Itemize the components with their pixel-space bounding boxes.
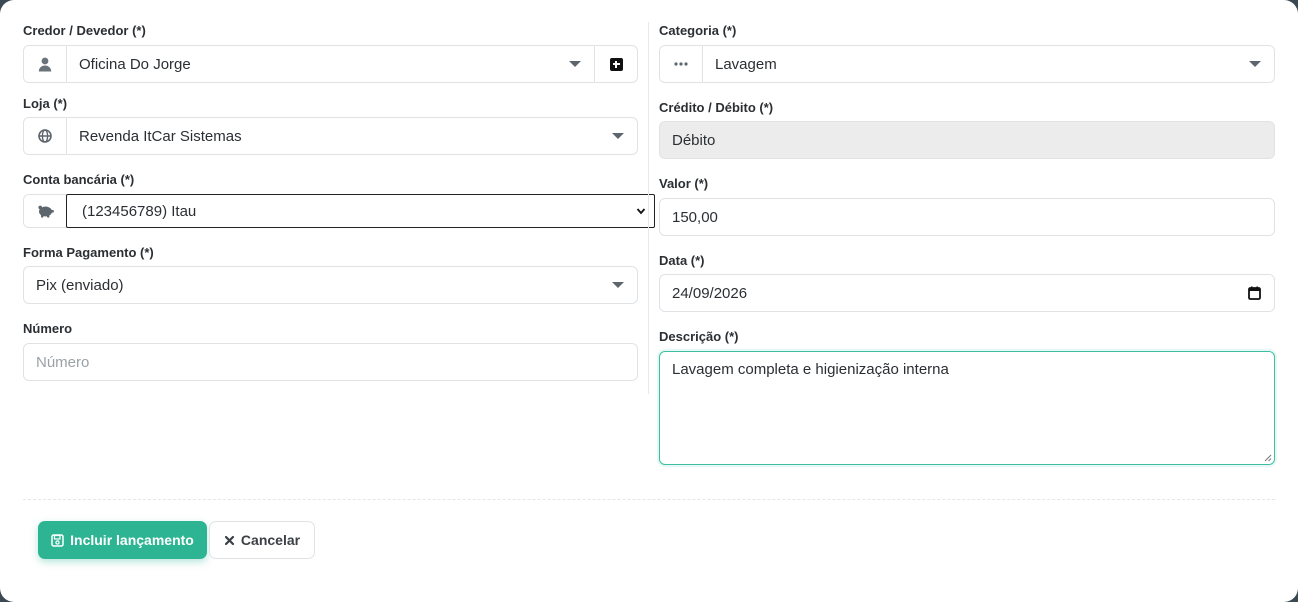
- cancel-label: Cancelar: [240, 532, 301, 548]
- incluir-lancamento-button[interactable]: Incluir lançamento: [38, 521, 207, 559]
- user-icon: [24, 46, 67, 82]
- piggy-bank-icon: [24, 195, 66, 227]
- chevron-down-icon: [569, 61, 581, 67]
- credito-field: Débito: [659, 121, 1275, 159]
- conta-addon: [23, 194, 67, 228]
- data-value: 24/09/2026: [672, 284, 748, 302]
- chevron-down-icon: [612, 133, 624, 139]
- numero-label: Número: [23, 321, 73, 336]
- globe-icon: [24, 118, 67, 154]
- conta-select[interactable]: (123456789) Itau: [66, 194, 655, 228]
- conta-value: (123456789) Itau: [82, 202, 197, 220]
- forma-select[interactable]: Pix (enviado): [23, 266, 638, 304]
- data-label: Data (*): [659, 253, 705, 268]
- save-icon: [51, 533, 64, 547]
- credor-select[interactable]: Oficina Do Jorge: [23, 45, 638, 83]
- credito-value: Débito: [672, 131, 716, 149]
- incluir-lancamento-label: Incluir lançamento: [70, 532, 194, 548]
- data-input[interactable]: 24/09/2026: [659, 274, 1275, 312]
- forma-value: Pix (enviado): [36, 276, 124, 294]
- chevron-down-icon: [612, 282, 624, 288]
- conta-label: Conta bancária (*): [23, 172, 135, 187]
- chevron-down-icon: [636, 208, 646, 215]
- close-icon: [224, 535, 235, 545]
- calendar-icon[interactable]: [1248, 286, 1261, 300]
- categoria-value: Lavagem: [715, 55, 777, 73]
- numero-placeholder: Número: [36, 353, 90, 371]
- lancamento-modal: Credor / Devedor (*) Oficina Do Jorge Lo…: [0, 0, 1298, 602]
- chevron-down-icon: [1249, 61, 1261, 67]
- add-credor-button[interactable]: [594, 46, 637, 82]
- resize-grip-icon[interactable]: [1263, 453, 1272, 462]
- descricao-textarea[interactable]: Lavagem completa e higienização interna: [659, 351, 1275, 465]
- forma-label: Forma Pagamento (*): [23, 245, 154, 260]
- column-divider: [648, 22, 649, 394]
- credor-label: Credor / Devedor (*): [23, 23, 146, 38]
- plus-square-icon: [609, 57, 623, 71]
- credito-label: Crédito / Débito (*): [659, 100, 774, 115]
- categoria-select[interactable]: Lavagem: [659, 45, 1275, 83]
- loja-label: Loja (*): [23, 96, 68, 111]
- valor-input[interactable]: 150,00: [659, 198, 1275, 236]
- footer-separator: [23, 499, 1275, 500]
- valor-value: 150,00: [672, 208, 718, 226]
- numero-input[interactable]: Número: [23, 343, 638, 381]
- loja-select[interactable]: Revenda ItCar Sistemas: [23, 117, 638, 155]
- categoria-label: Categoria (*): [659, 23, 737, 38]
- credor-value: Oficina Do Jorge: [79, 55, 191, 73]
- ellipsis-icon: [660, 46, 703, 82]
- descricao-value: Lavagem completa e higienização interna: [672, 361, 949, 378]
- cancel-button[interactable]: Cancelar: [209, 521, 315, 559]
- descricao-label: Descrição (*): [659, 329, 739, 344]
- valor-label: Valor (*): [659, 176, 709, 191]
- loja-value: Revenda ItCar Sistemas: [79, 127, 242, 145]
